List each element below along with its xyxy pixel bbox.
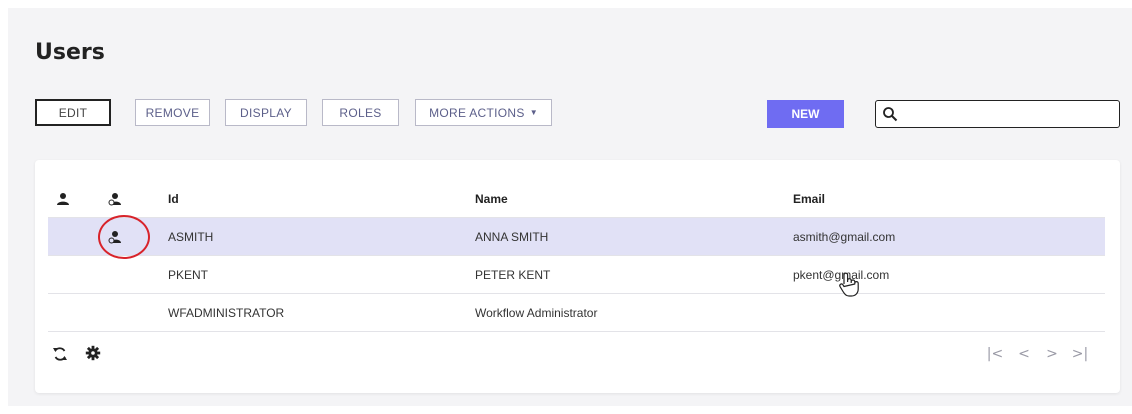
new-button[interactable]: NEW bbox=[767, 100, 844, 128]
users-table-card: Id Name Email ASMITH ANNA SMITH asmith@g… bbox=[35, 160, 1120, 393]
more-actions-label: MORE ACTIONS bbox=[429, 105, 525, 120]
id-cell: PKENT bbox=[168, 268, 209, 282]
table-row[interactable]: ASMITH ANNA SMITH asmith@gmail.com bbox=[48, 218, 1105, 256]
chevron-down-icon: ▼ bbox=[529, 108, 538, 117]
id-column-header[interactable]: Id bbox=[168, 180, 179, 218]
refresh-icon[interactable] bbox=[52, 346, 68, 362]
last-page-button[interactable]: >| bbox=[1071, 346, 1089, 362]
id-cell: WFADMINISTRATOR bbox=[168, 306, 285, 320]
display-button-label: DISPLAY bbox=[240, 105, 292, 120]
name-cell: PETER KENT bbox=[475, 268, 551, 282]
highlight-ring bbox=[98, 215, 150, 259]
display-button[interactable]: DISPLAY bbox=[225, 99, 307, 126]
gear-icon[interactable] bbox=[85, 345, 101, 361]
email-cell: asmith@gmail.com bbox=[793, 230, 896, 244]
name-cell: Workflow Administrator bbox=[475, 306, 598, 320]
roles-button-label: ROLES bbox=[339, 105, 382, 120]
table-row[interactable]: WFADMINISTRATOR Workflow Administrator bbox=[48, 294, 1105, 332]
name-cell: ANNA SMITH bbox=[475, 230, 549, 244]
id-cell: ASMITH bbox=[168, 230, 214, 244]
more-actions-button[interactable]: MORE ACTIONS ▼ bbox=[415, 99, 552, 126]
users-icon bbox=[57, 193, 69, 205]
remove-button[interactable]: REMOVE bbox=[135, 99, 210, 126]
roles-button[interactable]: ROLES bbox=[322, 99, 399, 126]
table-row[interactable]: PKENT PETER KENT pkent@gmail.com bbox=[48, 256, 1105, 294]
hand-cursor-icon bbox=[839, 272, 859, 297]
next-page-button[interactable]: > bbox=[1043, 346, 1061, 362]
search-field[interactable] bbox=[875, 100, 1120, 128]
email-column-header[interactable]: Email bbox=[793, 180, 825, 218]
edit-button-label: EDIT bbox=[58, 105, 88, 120]
first-page-button[interactable]: |< bbox=[986, 346, 1004, 362]
table-header-row: Id Name Email bbox=[48, 180, 1105, 218]
previous-page-button[interactable]: < bbox=[1015, 346, 1033, 362]
new-button-label: NEW bbox=[791, 107, 820, 121]
search-input[interactable] bbox=[902, 103, 1112, 125]
edit-button[interactable]: EDIT bbox=[35, 99, 111, 126]
remove-button-label: REMOVE bbox=[145, 105, 200, 120]
page-title: Users bbox=[35, 40, 105, 65]
search-icon bbox=[883, 107, 898, 122]
name-column-header[interactable]: Name bbox=[475, 180, 508, 218]
select-column-header[interactable] bbox=[56, 180, 76, 218]
role-column-header[interactable] bbox=[108, 180, 128, 218]
user-role-icon bbox=[108, 193, 121, 206]
